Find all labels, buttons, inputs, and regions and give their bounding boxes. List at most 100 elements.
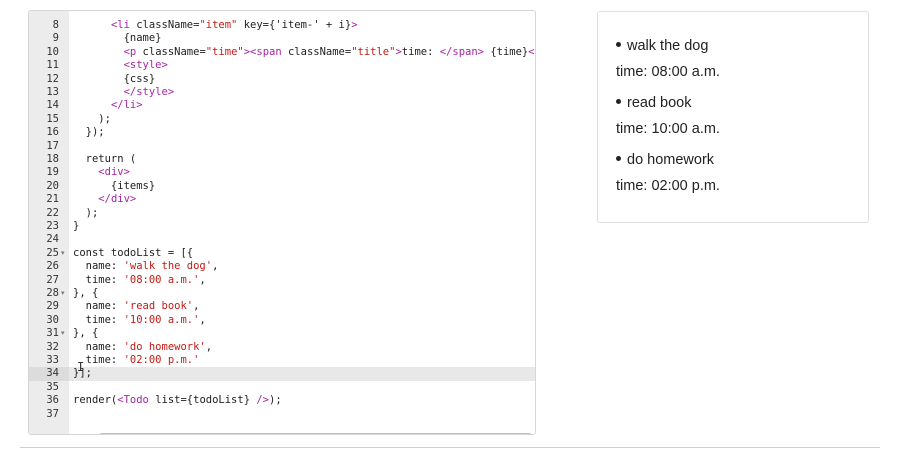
fold-arrow-icon[interactable]: ▾ <box>61 287 65 300</box>
code-editor[interactable]: 8 <li className="item" key={'item-' + i}… <box>28 10 536 435</box>
code-text: }, { <box>73 287 98 300</box>
code-token: {css} <box>73 72 156 85</box>
line-number: 20 <box>46 179 59 192</box>
code-token: , <box>205 340 213 353</box>
code-line[interactable]: 12 {css} <box>29 73 535 86</box>
code-token: ); <box>73 112 111 125</box>
line-number: 34 <box>29 367 69 381</box>
code-line[interactable]: 36 render(<Todo list={todoList} />); <box>29 394 535 407</box>
bullet-icon <box>616 155 621 161</box>
line-number: 27 <box>46 273 59 286</box>
line-number: 24 <box>46 233 59 246</box>
text-cursor-icon: I <box>77 360 85 374</box>
code-token: {name} <box>73 32 162 45</box>
code-token: "item" <box>199 19 238 31</box>
code-token: <Todo <box>117 394 149 407</box>
code-line[interactable]: 32 name: 'do homework', <box>29 341 535 354</box>
code-token: const todoList = [{ <box>73 246 194 259</box>
code-token: name: <box>73 300 124 313</box>
line-number: 28 <box>46 287 59 299</box>
code-line[interactable]: 11 <style> <box>29 59 535 72</box>
todo-time: time: 08:00 a.m. <box>616 64 720 80</box>
line-number: 35 <box>46 380 59 393</box>
code-text: } <box>73 220 79 233</box>
code-line[interactable]: 28 ▾ }, { <box>29 287 535 300</box>
code-text: name: 'read book', <box>73 300 200 313</box>
code-token: "title" <box>351 45 396 58</box>
code-line[interactable]: 35 <box>29 381 535 394</box>
code-token: , <box>212 260 219 273</box>
todo-name: read book <box>616 95 692 111</box>
fold-arrow-icon[interactable]: ▾ <box>61 327 65 340</box>
line-number: 17 <box>46 139 59 152</box>
code-token: render( <box>73 394 118 407</box>
code-line[interactable]: 16 }); <box>29 126 535 139</box>
line-number: 19 <box>46 166 59 179</box>
line-number: 8 <box>52 19 59 31</box>
code-line[interactable]: 15 ); <box>29 113 535 126</box>
code-line[interactable]: 27 time: '08:00 a.m.', <box>29 274 535 287</box>
code-line[interactable]: 22 ); <box>29 207 535 220</box>
code-text: render(<Todo list={todoList} />); <box>73 394 282 407</box>
bullet-icon <box>616 41 621 47</box>
code-line[interactable]: 25 ▾ const todoList = [{ <box>29 247 535 260</box>
code-text: {items} <box>73 180 155 193</box>
code-text: {name} <box>73 32 162 45</box>
line-number: 29 <box>46 300 59 313</box>
code-token: , <box>199 273 206 286</box>
line-number: 23 <box>46 220 59 232</box>
code-text: }); <box>73 126 105 139</box>
code-text: </style> <box>73 86 175 99</box>
horizontal-scrollbar[interactable] <box>99 433 532 434</box>
line-number: 36 <box>46 394 59 407</box>
code-text: ); <box>73 113 111 126</box>
line-number: 14 <box>46 99 59 112</box>
code-line[interactable]: 8 <li className="item" key={'item-' + i}… <box>29 19 535 32</box>
code-token: , <box>199 313 206 326</box>
code-text: const todoList = [{ <box>73 247 193 260</box>
code-line[interactable]: 23} <box>29 220 535 233</box>
code-line[interactable]: 37 <box>29 408 535 421</box>
todo-name: do homework <box>616 152 714 168</box>
code-area[interactable]: 8 <li className="item" key={'item-' + i}… <box>29 11 535 434</box>
code-token: </div> <box>98 193 137 206</box>
code-line[interactable]: 24 <box>29 233 535 246</box>
code-line[interactable]: 19 <div> <box>29 166 535 179</box>
code-line[interactable]: 21 </div> <box>29 193 535 206</box>
code-line[interactable]: 17 <box>29 140 535 153</box>
code-line[interactable]: 20 {items} <box>29 180 535 193</box>
code-text: name: 'do homework', <box>73 341 212 354</box>
line-number: 12 <box>46 72 59 85</box>
code-text: <li className="item" key={'item-' + i}> <box>73 19 358 32</box>
fold-arrow-icon[interactable]: ▾ <box>61 247 65 260</box>
code-token: } <box>73 220 80 232</box>
code-token: return ( <box>73 153 137 165</box>
code-line[interactable]: 18 return ( <box>29 153 535 166</box>
code-line[interactable]: 29 name: 'read book', <box>29 300 535 313</box>
preview-panel: walk the dog time: 08:00 a.m. read book … <box>597 11 869 223</box>
code-line[interactable]: 30 time: '10:00 a.m.', <box>29 314 535 327</box>
code-token: time: <box>401 45 440 58</box>
code-line[interactable]: 34}]; <box>29 367 535 381</box>
code-line[interactable]: 14 </li> <box>29 99 535 112</box>
code-line[interactable]: 10 <p className="time"><span className="… <box>29 46 535 59</box>
code-line[interactable]: 26 name: 'walk the dog', <box>29 260 535 273</box>
code-token: <div> <box>98 166 130 179</box>
code-line[interactable]: 33 time: '02:00 p.m.' <box>29 354 535 367</box>
code-token: }, { <box>73 327 99 340</box>
code-token: /> <box>256 394 269 407</box>
line-number: 37 <box>46 407 59 420</box>
code-line[interactable]: 31 ▾}, { <box>29 327 535 340</box>
line-number: 13 <box>46 86 59 98</box>
code-token: > <box>351 19 358 31</box>
code-token: ); <box>269 394 282 407</box>
code-text: time: '10:00 a.m.', <box>73 314 206 327</box>
bullet-icon <box>616 98 621 104</box>
code-line[interactable]: 13 </style> <box>29 86 535 99</box>
code-line[interactable]: 9 {name} <box>29 32 535 45</box>
code-token: list={todoList} <box>148 394 257 407</box>
